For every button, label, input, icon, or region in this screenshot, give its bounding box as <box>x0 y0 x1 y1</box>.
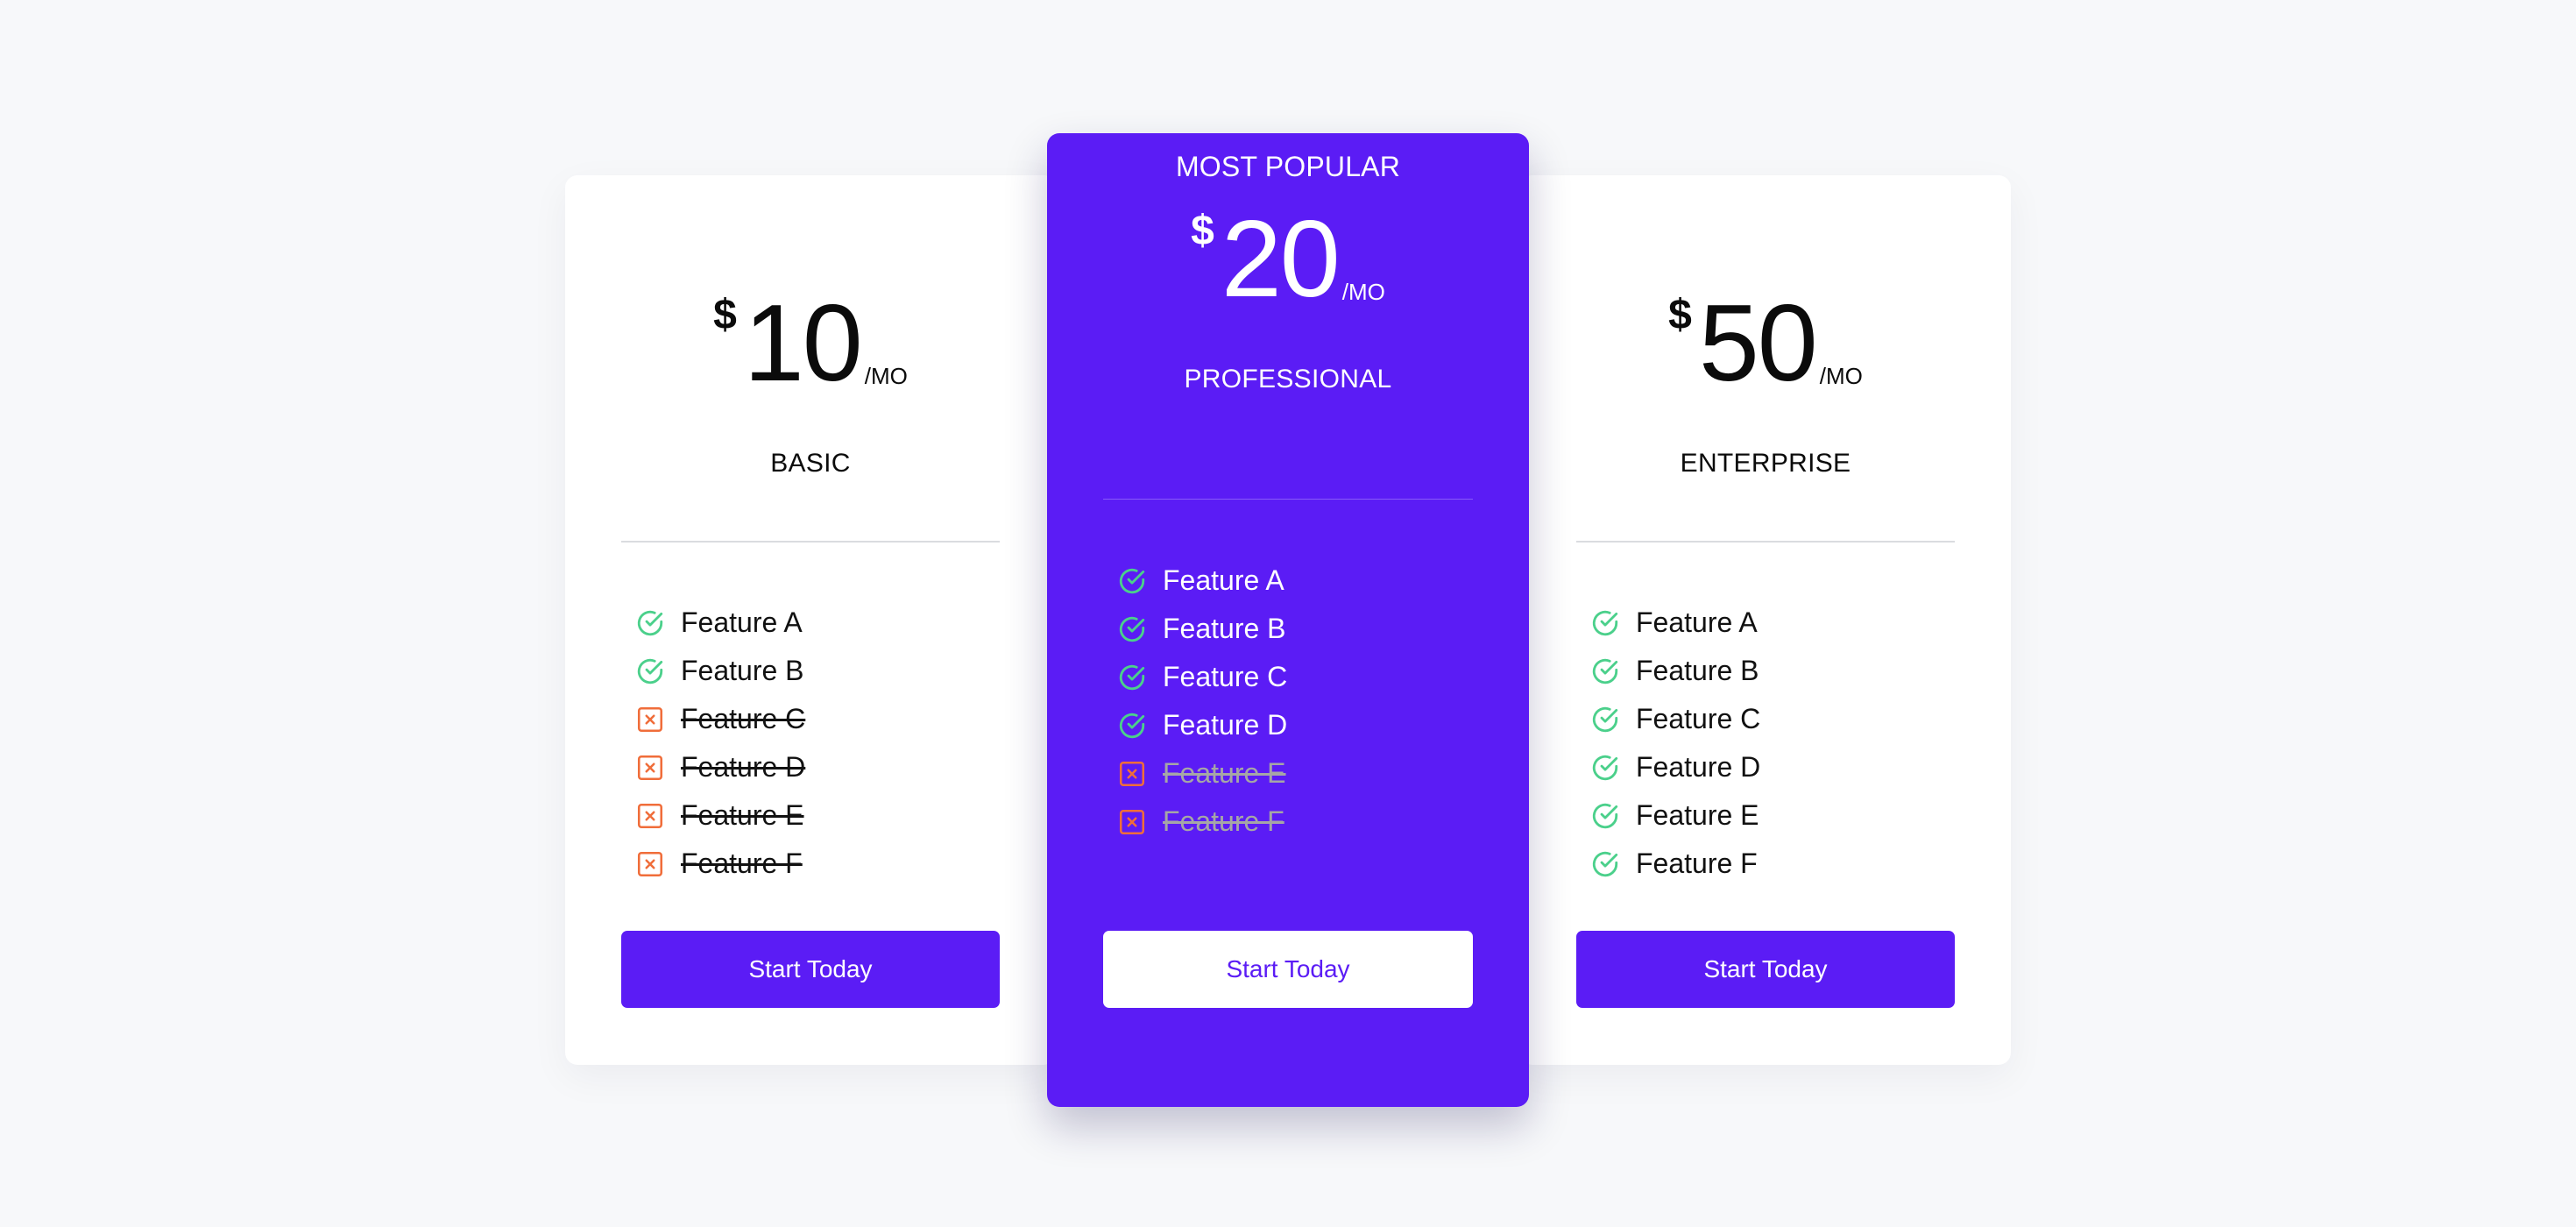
check-circle-icon <box>1590 753 1620 783</box>
feature-item: Feature E <box>1590 791 1760 840</box>
currency-symbol: $ <box>1191 208 1214 254</box>
plan-name: BASIC <box>770 449 851 478</box>
feature-label: Feature B <box>1163 613 1286 644</box>
pricing-card-professional: MOST POPULAR $20/MO PROFESSIONAL Feature… <box>1047 133 1529 1107</box>
check-circle-icon <box>635 608 665 638</box>
feature-label: Feature F <box>1163 805 1284 837</box>
feature-item: Feature B <box>1590 647 1760 695</box>
check-circle-icon <box>1590 801 1620 831</box>
start-today-button[interactable]: Start Today <box>1576 931 1955 1008</box>
feature-item: Feature F <box>635 840 805 888</box>
feature-item: Feature A <box>1117 557 1287 605</box>
feature-item: Feature A <box>635 599 805 647</box>
price-amount: 10 <box>743 283 863 404</box>
x-square-icon <box>635 753 665 783</box>
x-square-icon <box>1117 807 1147 837</box>
billing-period: /MO <box>1819 363 1863 389</box>
check-circle-icon <box>1590 705 1620 734</box>
feature-label: Feature A <box>1163 564 1284 596</box>
feature-label: Feature F <box>681 848 803 879</box>
price-display: $20/MO <box>1047 205 1529 328</box>
x-square-icon <box>635 801 665 831</box>
feature-label: Feature E <box>1163 757 1286 789</box>
price-display: $10/MO <box>565 289 1056 412</box>
feature-item: Feature D <box>1117 701 1287 749</box>
feature-item: Feature B <box>635 647 805 695</box>
most-popular-badge: MOST POPULAR <box>1175 151 1401 182</box>
feature-item: Feature F <box>1590 840 1760 888</box>
feature-item: Feature C <box>635 695 805 743</box>
feature-item: Feature E <box>1117 749 1287 798</box>
feature-label: Feature D <box>1163 709 1288 741</box>
check-circle-icon <box>1590 849 1620 879</box>
feature-item: Feature E <box>635 791 805 840</box>
currency-symbol: $ <box>713 292 737 338</box>
pricing-table: $10/MO BASIC Feature A Feature B Feature C… <box>565 133 2011 1107</box>
feature-label: Feature A <box>1636 606 1758 638</box>
feature-label: Feature C <box>1163 661 1288 692</box>
feature-label: Feature E <box>681 799 804 831</box>
feature-label: Feature B <box>681 655 804 686</box>
check-circle-icon <box>635 656 665 686</box>
pricing-card-enterprise: $50/MO ENTERPRISE Feature A Feature B Feat… <box>1520 175 2011 1065</box>
divider <box>1576 541 1955 543</box>
feature-item: Feature D <box>1590 743 1760 791</box>
x-square-icon <box>635 705 665 734</box>
feature-label: Feature B <box>1636 655 1759 686</box>
divider <box>1103 499 1473 500</box>
check-circle-icon <box>1590 608 1620 638</box>
feature-item: Feature C <box>1590 695 1760 743</box>
start-today-button[interactable]: Start Today <box>1103 931 1473 1008</box>
plan-name: ENTERPRISE <box>1680 449 1851 478</box>
feature-label: Feature A <box>681 606 803 638</box>
check-circle-icon <box>1117 566 1147 596</box>
price-amount: 50 <box>1698 283 1818 404</box>
price-amount: 20 <box>1221 199 1341 320</box>
feature-label: Feature D <box>681 751 806 783</box>
feature-item: Feature F <box>1117 798 1287 846</box>
feature-label: Feature D <box>1636 751 1761 783</box>
feature-label: Feature F <box>1636 848 1758 879</box>
feature-label: Feature E <box>1636 799 1759 831</box>
feature-label: Feature C <box>1636 703 1761 734</box>
currency-symbol: $ <box>1668 292 1692 338</box>
plan-name: PROFESSIONAL <box>1184 365 1392 394</box>
start-today-button[interactable]: Start Today <box>621 931 1000 1008</box>
check-circle-icon <box>1590 656 1620 686</box>
pricing-card-basic: $10/MO BASIC Feature A Feature B Feature C… <box>565 175 1056 1065</box>
price-display: $50/MO <box>1520 289 2011 412</box>
feature-item: Feature C <box>1117 653 1287 701</box>
feature-list: Feature A Feature B Feature C Feature D Feat… <box>635 599 805 888</box>
divider <box>621 541 1000 543</box>
x-square-icon <box>1117 759 1147 789</box>
feature-item: Feature D <box>635 743 805 791</box>
feature-label: Feature C <box>681 703 806 734</box>
billing-period: /MO <box>1341 279 1385 305</box>
feature-item: Feature A <box>1590 599 1760 647</box>
check-circle-icon <box>1117 614 1147 644</box>
check-circle-icon <box>1117 663 1147 692</box>
feature-item: Feature B <box>1117 605 1287 653</box>
check-circle-icon <box>1117 711 1147 741</box>
billing-period: /MO <box>864 363 908 389</box>
feature-list: Feature A Feature B Feature C Feature D Feat… <box>1590 599 1760 888</box>
x-square-icon <box>635 849 665 879</box>
feature-list: Feature A Feature B Feature C Feature D Feat… <box>1117 557 1287 846</box>
